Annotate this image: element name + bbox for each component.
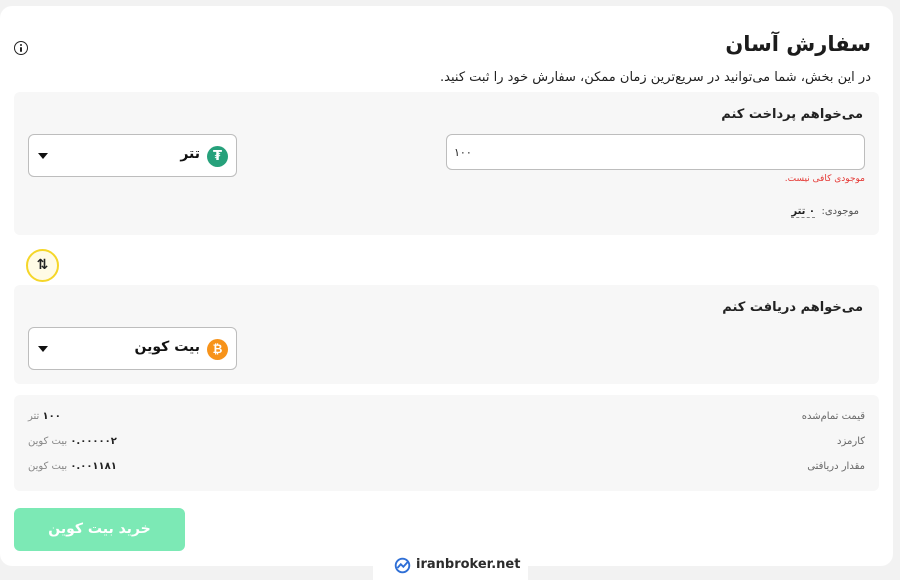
info-icon[interactable]	[14, 41, 28, 55]
receive-coin-name: بیت کوین	[134, 339, 200, 355]
summary-value-received: ۰.۰۰۱۱۸۱ بیت کوین	[28, 461, 117, 472]
iranbroker-logo-icon	[394, 557, 411, 574]
pay-coin-name: تتر	[180, 146, 200, 162]
receive-coin-select[interactable]: ₿ بیت کوین	[28, 327, 237, 370]
summary-label-fee: کارمزد	[837, 436, 865, 447]
summary-label-received: مقدار دریافتی	[807, 461, 865, 472]
balance-label: موجودی:	[821, 206, 859, 217]
summary-unit: تتر	[28, 411, 40, 422]
easy-order-card: سفارش آسان در این بخش، شما می‌توانید در …	[0, 6, 893, 566]
pay-amount-input[interactable]	[446, 134, 865, 170]
summary-value-fee: ۰.۰۰۰۰۰۲ بیت کوین	[28, 436, 117, 447]
receive-panel: می‌خواهم دریافت کنم ₿ بیت کوین	[14, 285, 879, 384]
page-subtitle: در این بخش، شما می‌توانید در سریع‌ترین ز…	[440, 70, 871, 85]
summary-panel: قیمت تمام‌شده ۱۰۰ تتر کارمزد ۰.۰۰۰۰۰۲ بی…	[14, 395, 879, 491]
summary-number: ۰.۰۰۰۰۰۲	[70, 436, 117, 447]
receive-label: می‌خواهم دریافت کنم	[722, 300, 863, 315]
summary-label-final-price: قیمت تمام‌شده	[801, 411, 865, 422]
tether-icon: ₮	[207, 146, 228, 167]
summary-unit: بیت کوین	[28, 461, 68, 472]
buy-bitcoin-button[interactable]: خرید بیت کوین	[14, 508, 185, 551]
pay-label: می‌خواهم پرداخت کنم	[721, 107, 863, 122]
bitcoin-icon: ₿	[207, 339, 228, 360]
pay-coin-select[interactable]: ₮ تتر	[28, 134, 237, 177]
summary-number: ۰.۰۰۱۱۸۱	[70, 461, 117, 472]
caret-down-icon	[38, 153, 48, 159]
caret-down-icon	[38, 346, 48, 352]
page-title: سفارش آسان	[725, 32, 871, 56]
balance-value[interactable]: ۰ تتر	[791, 206, 815, 218]
swap-arrows-icon[interactable]: ⇅	[26, 249, 59, 282]
summary-unit: بیت کوین	[28, 436, 68, 447]
watermark: iranbroker.net	[373, 550, 528, 580]
summary-number: ۱۰۰	[42, 411, 61, 422]
pay-panel: می‌خواهم پرداخت کنم ₮ تتر موجودی کافی نی…	[14, 92, 879, 235]
summary-value-final-price: ۱۰۰ تتر	[28, 411, 61, 422]
watermark-text: iranbroker.net	[416, 557, 521, 572]
insufficient-balance-error: موجودی کافی نیست.	[784, 174, 865, 184]
